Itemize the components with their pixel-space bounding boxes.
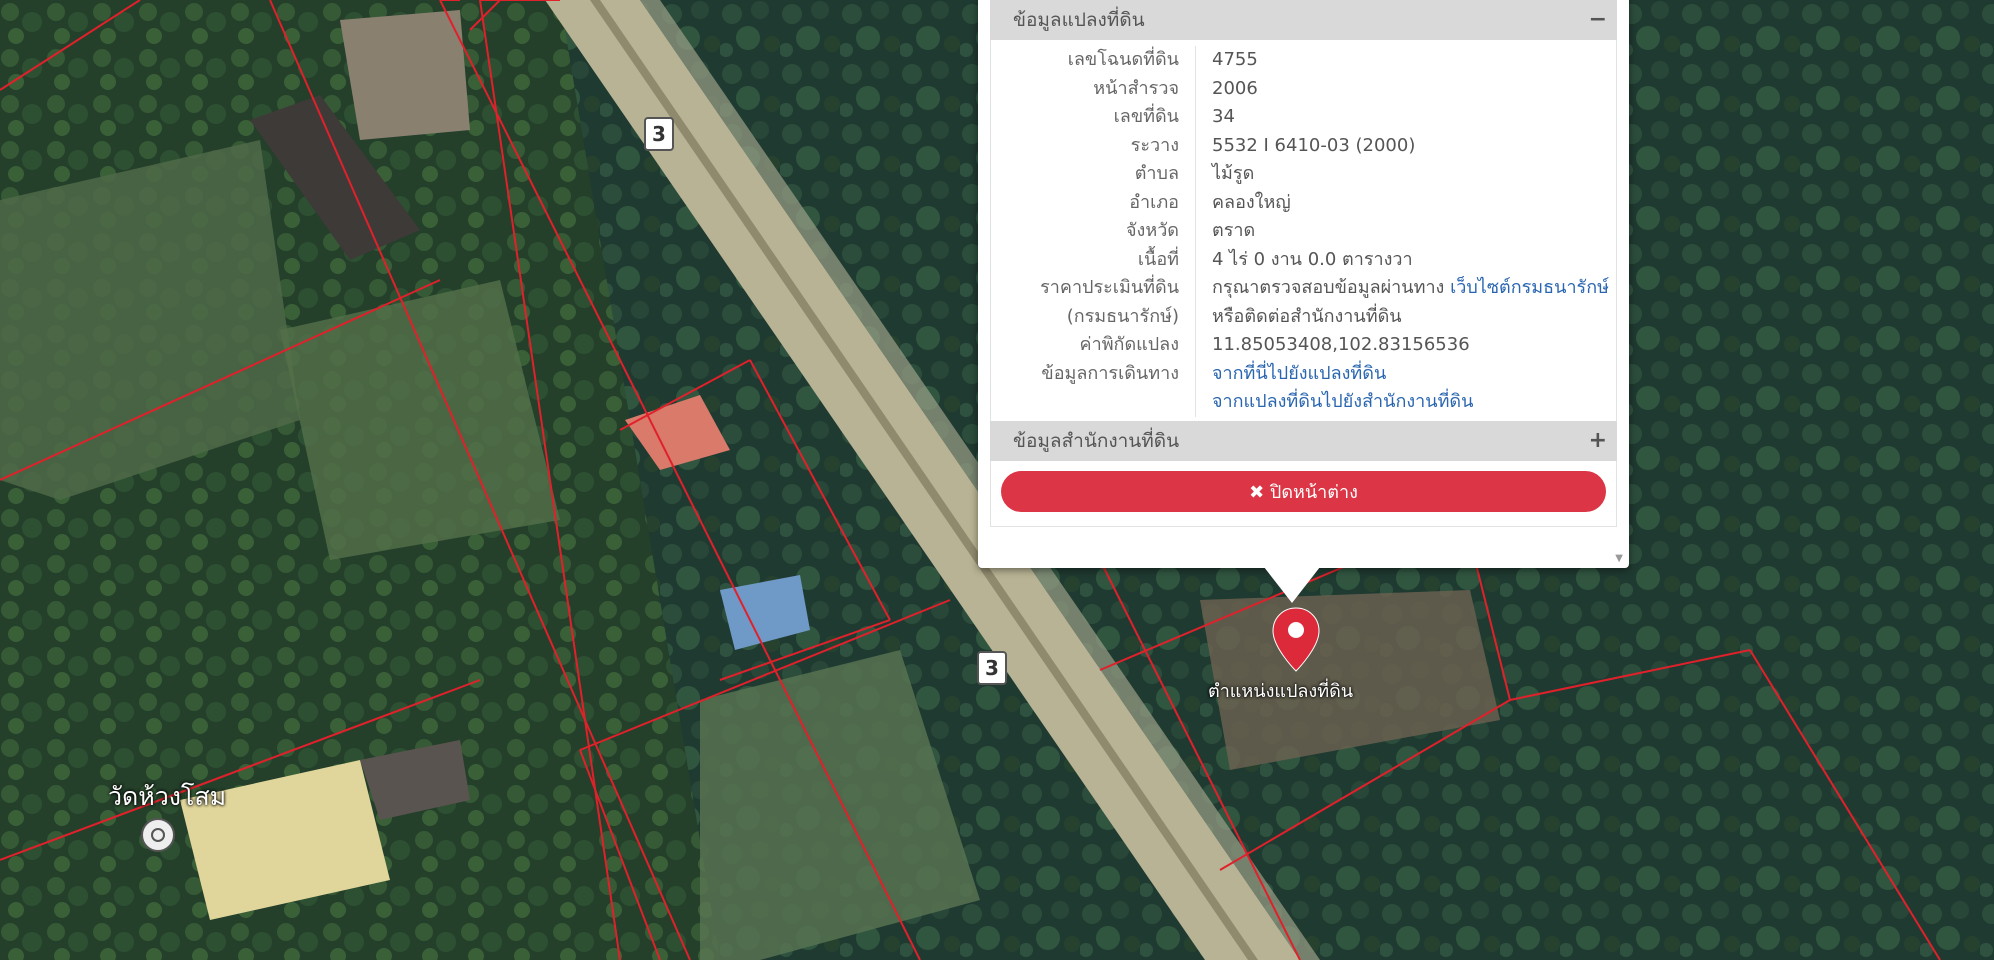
place-label: วัดห้วงโสม bbox=[108, 782, 227, 811]
info-label: ตำบล bbox=[1134, 163, 1179, 184]
info-label: เลขโฉนดที่ดิน bbox=[1067, 49, 1179, 70]
office-info-header[interactable]: ข้อมูลสำนักงานที่ดิน + bbox=[990, 420, 1617, 461]
info-value: คลองใหญ่ bbox=[1195, 188, 1616, 217]
route-to-office-link[interactable]: จากแปลงที่ดินไปยังสำนักงานที่ดิน bbox=[1212, 391, 1473, 412]
info-value: 34 bbox=[1195, 103, 1616, 132]
info-value: ตราด bbox=[1195, 217, 1616, 246]
info-label: อำเภอ bbox=[1129, 191, 1179, 213]
parcel-info-table: เลขโฉนดที่ดิน 4755 หน้าสำรวจ 2006 เลขที่ดิ… bbox=[990, 40, 1617, 421]
popup-pointer bbox=[1264, 567, 1320, 603]
info-row: เลขโฉนดที่ดิน 4755 bbox=[991, 46, 1616, 75]
info-label: เนื้อที่ bbox=[1137, 248, 1179, 270]
info-row: ระวาง 5532 I 6410-03 (2000) bbox=[991, 131, 1616, 160]
coord-label: ค่าพิกัดแปลง bbox=[1079, 334, 1179, 355]
route-shield: 3 bbox=[644, 117, 674, 151]
info-value: 5532 I 6410-03 (2000) bbox=[1195, 131, 1616, 160]
travel-row: ข้อมูลการเดินทาง จากที่นี่ไปยังแปลงที่ดิ… bbox=[991, 359, 1616, 417]
info-popup: ข้อมูลแปลงที่ดิน − เลขโฉนดที่ดิน 4755 หน้… bbox=[978, 0, 1629, 568]
info-row: หน้าสำรวจ 2006 bbox=[991, 74, 1616, 103]
info-label: จังหวัด bbox=[1126, 220, 1179, 241]
travel-links: จากที่นี่ไปยังแปลงที่ดิน จากแปลงที่ดินไป… bbox=[1195, 359, 1616, 417]
price-label: ราคาประเมินที่ดิน (กรมธนารักษ์) bbox=[1040, 277, 1179, 327]
map-marker-icon[interactable] bbox=[1272, 606, 1320, 672]
coord-link[interactable]: 11.85053408,102.83156536 bbox=[1195, 331, 1616, 360]
info-row: อำเภอ คลองใหญ่ bbox=[991, 188, 1616, 217]
info-value: 4 ไร่ 0 งาน 0.0 ตารางวา bbox=[1195, 245, 1616, 274]
marker-label: ตำแหน่งแปลงที่ดิน bbox=[1208, 681, 1354, 702]
price-row: ราคาประเมินที่ดิน (กรมธนารักษ์) กรุณาตรวจ… bbox=[991, 274, 1616, 331]
info-row: เลขที่ดิน 34 bbox=[991, 103, 1616, 132]
route-shield: 3 bbox=[977, 651, 1007, 685]
close-window-button[interactable]: ✖ ปิดหน้าต่าง bbox=[1001, 470, 1606, 512]
close-button-wrap: ✖ ปิดหน้าต่าง bbox=[990, 460, 1617, 527]
info-row: จังหวัด ตราด bbox=[991, 217, 1616, 246]
info-row: ตำบล ไม้รูด bbox=[991, 160, 1616, 189]
price-value: กรุณาตรวจสอบข้อมูลผ่านทาง เว็บไซต์กรมธนา… bbox=[1195, 274, 1616, 331]
info-value: 4755 bbox=[1195, 46, 1616, 75]
info-row: เนื้อที่ 4 ไร่ 0 งาน 0.0 ตารางวา bbox=[991, 245, 1616, 274]
travel-label: ข้อมูลการเดินทาง bbox=[1041, 362, 1179, 384]
office-info-title: ข้อมูลสำนักงานที่ดิน bbox=[1013, 429, 1180, 452]
coord-row: ค่าพิกัดแปลง 11.85053408,102.83156536 bbox=[991, 331, 1616, 360]
scroll-down-icon[interactable]: ▼ bbox=[1615, 553, 1623, 564]
info-label: เลขที่ดิน bbox=[1113, 106, 1179, 127]
info-label: ระวาง bbox=[1130, 134, 1179, 156]
collapse-icon[interactable]: − bbox=[1589, 0, 1607, 40]
treasury-link[interactable]: เว็บไซต์กรมธนารักษ์ bbox=[1450, 277, 1609, 298]
info-value: 2006 bbox=[1195, 74, 1616, 103]
expand-icon[interactable]: + bbox=[1589, 421, 1607, 461]
parcel-info-header[interactable]: ข้อมูลแปลงที่ดิน − bbox=[990, 0, 1617, 40]
parcel-info-title: ข้อมูลแปลงที่ดิน bbox=[1013, 9, 1145, 31]
route-to-parcel-link[interactable]: จากที่นี่ไปยังแปลงที่ดิน bbox=[1212, 363, 1386, 384]
info-label: หน้าสำรวจ bbox=[1093, 77, 1179, 99]
info-value: ไม้รูด bbox=[1195, 160, 1616, 189]
